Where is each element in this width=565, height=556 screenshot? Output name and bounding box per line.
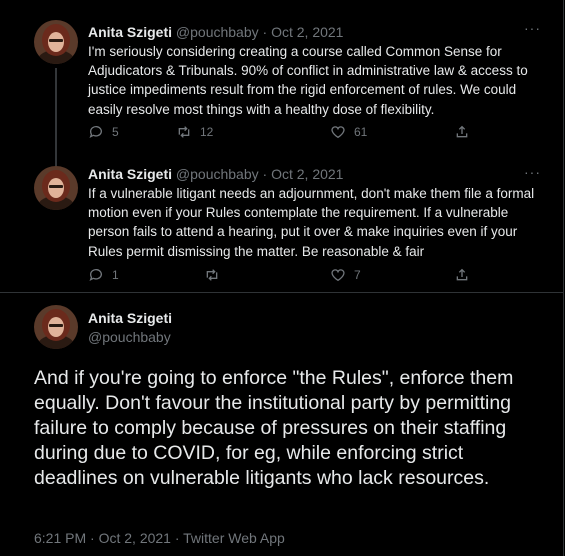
separator-dot: ·: [262, 24, 268, 40]
tweet-actions: 5 12 61: [88, 124, 488, 144]
reply-button[interactable]: 1: [88, 267, 119, 283]
author-handle[interactable]: @pouchbaby: [88, 329, 171, 345]
tweet-text: I'm seriously considering creating a cou…: [88, 44, 528, 117]
like-button[interactable]: 61: [330, 124, 367, 140]
reply-button[interactable]: 5: [88, 124, 119, 140]
tweet-text: And if you're going to enforce "the Rule…: [34, 367, 514, 489]
share-icon: [456, 268, 468, 281]
more-options-icon[interactable]: ···: [524, 164, 541, 180]
avatar[interactable]: [34, 166, 78, 210]
author-name[interactable]: Anita Szigeti: [88, 24, 172, 40]
main-tweet: Anita Szigeti @pouchbaby And if you're g…: [0, 293, 563, 556]
reply-count: 5: [112, 125, 119, 139]
retweet-icon: [178, 126, 190, 138]
retweet-button[interactable]: [204, 267, 228, 283]
tweet-thread: Anita Szigeti @pouchbaby · Oct 2, 2021 ·…: [0, 0, 564, 556]
thread-line: [55, 68, 57, 168]
like-count: 61: [354, 125, 368, 139]
avatar[interactable]: [34, 305, 78, 349]
author-handle[interactable]: @pouchbaby: [176, 166, 259, 182]
tweet-actions: 1 7: [88, 267, 488, 287]
retweet-icon: [206, 269, 218, 281]
share-icon: [456, 125, 468, 138]
tweet-1[interactable]: Anita Szigeti @pouchbaby · Oct 2, 2021 ·…: [0, 0, 563, 168]
tweet-timestamp[interactable]: 6:21 PM · Oct 2, 2021 · Twitter Web App: [34, 530, 285, 546]
retweet-count: 12: [200, 125, 214, 139]
share-button[interactable]: [454, 124, 470, 140]
heart-icon: [331, 269, 345, 282]
tweet-date[interactable]: Oct 2, 2021: [271, 166, 343, 182]
reply-icon: [89, 269, 102, 281]
retweet-button[interactable]: 12: [176, 124, 213, 140]
like-button[interactable]: 7: [330, 267, 361, 283]
heart-icon: [331, 126, 345, 139]
author-handle[interactable]: @pouchbaby: [176, 24, 259, 40]
avatar[interactable]: [34, 20, 78, 64]
reply-count: 1: [112, 268, 119, 282]
reply-icon: [89, 126, 102, 138]
separator-dot: ·: [262, 166, 268, 182]
more-options-icon[interactable]: ···: [524, 20, 541, 36]
author-name[interactable]: Anita Szigeti: [88, 166, 172, 182]
author-name[interactable]: Anita Szigeti: [88, 310, 172, 326]
tweet-header: Anita Szigeti @pouchbaby · Oct 2, 2021: [88, 166, 343, 182]
like-count: 7: [354, 268, 361, 282]
tweet-2[interactable]: Anita Szigeti @pouchbaby · Oct 2, 2021 ·…: [0, 160, 563, 300]
tweet-header: Anita Szigeti @pouchbaby · Oct 2, 2021: [88, 24, 343, 40]
share-button[interactable]: [454, 267, 470, 283]
tweet-text: If a vulnerable litigant needs an adjour…: [88, 186, 535, 259]
tweet-date[interactable]: Oct 2, 2021: [271, 24, 343, 40]
